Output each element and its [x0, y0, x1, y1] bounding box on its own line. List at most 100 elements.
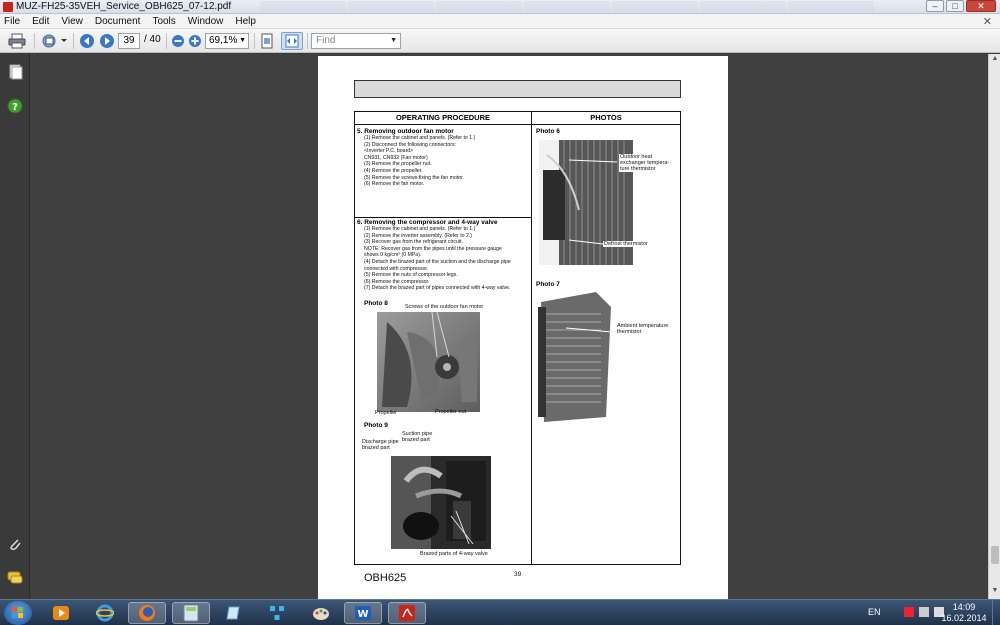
start-button[interactable]	[4, 601, 32, 625]
calculator-icon	[183, 604, 199, 622]
windows-logo-icon	[12, 607, 23, 618]
taskbar-acrobat[interactable]	[388, 602, 426, 624]
menu-edit[interactable]: Edit	[32, 16, 49, 27]
taskbar-calculator[interactable]	[172, 602, 210, 624]
photo8-label: Photo 8	[364, 300, 388, 307]
scroll-up-icon[interactable]: ▲	[990, 55, 1000, 65]
menu-window[interactable]: Window	[188, 16, 224, 27]
clock[interactable]: 14:09 16.02.2014	[940, 602, 988, 624]
section5-line: <Inverter P.C. board>	[364, 148, 414, 155]
clock-time: 14:09	[952, 602, 976, 612]
zoom-in-icon	[189, 35, 201, 47]
photo8-caption-screws: Screws of the outdoor fan motor	[405, 304, 484, 310]
document-id: OBH625	[364, 572, 407, 584]
photo9-caption-suction: Suction pipe brazed part	[402, 431, 433, 443]
taskbar: W EN 14:09 16.02.2014	[0, 599, 1000, 625]
fit-page-icon	[261, 33, 273, 49]
section6-line: (6) Remove the compressor.	[364, 278, 430, 285]
menu-help[interactable]: Help	[235, 16, 256, 27]
minimize-button[interactable]: –	[926, 0, 944, 12]
close-button[interactable]: ✕	[966, 0, 996, 12]
section6-line: (5) Remove the nuts of compressor legs.	[364, 272, 458, 279]
comments-icon[interactable]	[7, 570, 23, 586]
section6-line: (1) Remove the cabinet and panels. (Refe…	[364, 226, 476, 232]
section-header-bar	[354, 80, 681, 98]
zoom-level-select[interactable]: 69,1% ▼	[205, 33, 249, 49]
photo8-image	[377, 312, 480, 412]
section6-line: shows 0 kg/cm² (0 MPa).	[364, 252, 422, 259]
menu-document[interactable]: Document	[95, 16, 141, 27]
photo6-caption-defrost-thermistor: Defrost thermistor	[603, 241, 649, 247]
internet-explorer-icon	[96, 604, 114, 622]
help-icon[interactable]: ?	[7, 98, 23, 114]
photo9-image	[391, 456, 491, 549]
window-title: MUZ-FH25-35VEH_Service_OBH625_07-12.pdf	[16, 1, 232, 12]
taskbar-paint[interactable]	[302, 602, 340, 624]
navigation-panel: ?	[0, 54, 30, 599]
print-button[interactable]	[6, 32, 28, 50]
header-operating-procedure: OPERATING PROCEDURE	[395, 113, 491, 122]
menu-view[interactable]: View	[61, 16, 83, 27]
arrow-left-icon	[80, 34, 94, 48]
photo9-caption-discharge: Discharge pipe brazed part	[362, 439, 399, 451]
photo6-label: Photo 6	[536, 128, 560, 135]
media-player-icon	[53, 606, 69, 620]
background-windows	[260, 1, 920, 13]
vertical-scrollbar[interactable]: ▲ ▼	[988, 54, 1000, 599]
zoom-out-button[interactable]	[170, 32, 186, 50]
photo9-label: Photo 9	[364, 422, 388, 429]
scrollbar-thumb[interactable]	[991, 546, 999, 564]
taskbar-network[interactable]	[258, 602, 296, 624]
paint-icon	[313, 608, 329, 620]
taskbar-notes[interactable]	[214, 602, 252, 624]
find-input[interactable]: Find ▼	[311, 33, 401, 49]
document-viewport[interactable]: OPERATING PROCEDURE PHOTOS 5. Removing o…	[30, 54, 988, 599]
photo6-caption-outdoor-thermistor: Outdoor heat exchanger tempera- ture the…	[619, 154, 671, 172]
photo8-caption-propeller: Propeller	[375, 410, 398, 416]
menu-file[interactable]: File	[4, 16, 20, 27]
photo7-label: Photo 7	[536, 281, 560, 288]
zoom-out-icon	[172, 35, 184, 47]
scroll-down-icon[interactable]: ▼	[990, 587, 1000, 597]
pdf-page: OPERATING PROCEDURE PHOTOS 5. Removing o…	[318, 56, 728, 599]
taskbar-word[interactable]: W	[344, 602, 382, 624]
previous-page-button[interactable]	[78, 32, 96, 50]
show-desktop-button[interactable]	[992, 600, 1000, 625]
page-number-input[interactable]: 39	[118, 33, 140, 49]
language-indicator[interactable]: EN	[868, 607, 881, 617]
section5-title: 5. Removing outdoor fan motor	[357, 128, 454, 135]
window-controls: – □ ✕	[926, 0, 996, 12]
menu-tools[interactable]: Tools	[152, 16, 175, 27]
attachment-icon[interactable]	[7, 536, 23, 552]
chevron-down-icon: ▼	[390, 37, 397, 44]
section5-line: (5) Remove the screws fixing the fan mot…	[364, 174, 465, 181]
section6-line: (2) Remove the inverter assembly. (Refer…	[364, 232, 473, 239]
section6-title: 6. Removing the compressor and 4-way val…	[357, 219, 498, 226]
taskbar-firefox[interactable]	[128, 602, 166, 624]
fit-page-button[interactable]	[258, 32, 276, 50]
taskbar-internet-explorer[interactable]	[86, 602, 124, 624]
arrow-right-icon	[100, 34, 114, 48]
flag-icon[interactable]	[904, 607, 914, 617]
close-document-icon[interactable]: ✕	[983, 15, 992, 28]
taskbar-media-player[interactable]	[42, 602, 80, 624]
notes-icon	[226, 606, 240, 620]
fit-width-button[interactable]	[281, 32, 303, 50]
next-page-button[interactable]	[98, 32, 116, 50]
section5-line: (1) Remove the cabinet and panels. (Refe…	[364, 135, 476, 141]
toolbar: 39 / 40 69,1% ▼ Find ▼	[0, 29, 1000, 53]
procedure-table: OPERATING PROCEDURE PHOTOS 5. Removing o…	[354, 111, 681, 565]
find-placeholder: Find	[316, 35, 336, 46]
page-total: / 40	[144, 34, 161, 45]
share-button[interactable]	[40, 32, 68, 50]
printer-icon	[8, 33, 26, 49]
svg-text:?: ?	[12, 102, 18, 113]
photo7-caption-ambient-thermistor: Ambient temperature thermistor	[617, 323, 669, 335]
network-status-icon[interactable]	[919, 607, 929, 617]
maximize-button[interactable]: □	[946, 0, 964, 12]
pages-icon[interactable]	[7, 64, 23, 80]
share-icon	[42, 34, 67, 48]
network-icon	[270, 606, 284, 620]
photo7-image	[536, 292, 612, 422]
zoom-in-button[interactable]	[187, 32, 203, 50]
